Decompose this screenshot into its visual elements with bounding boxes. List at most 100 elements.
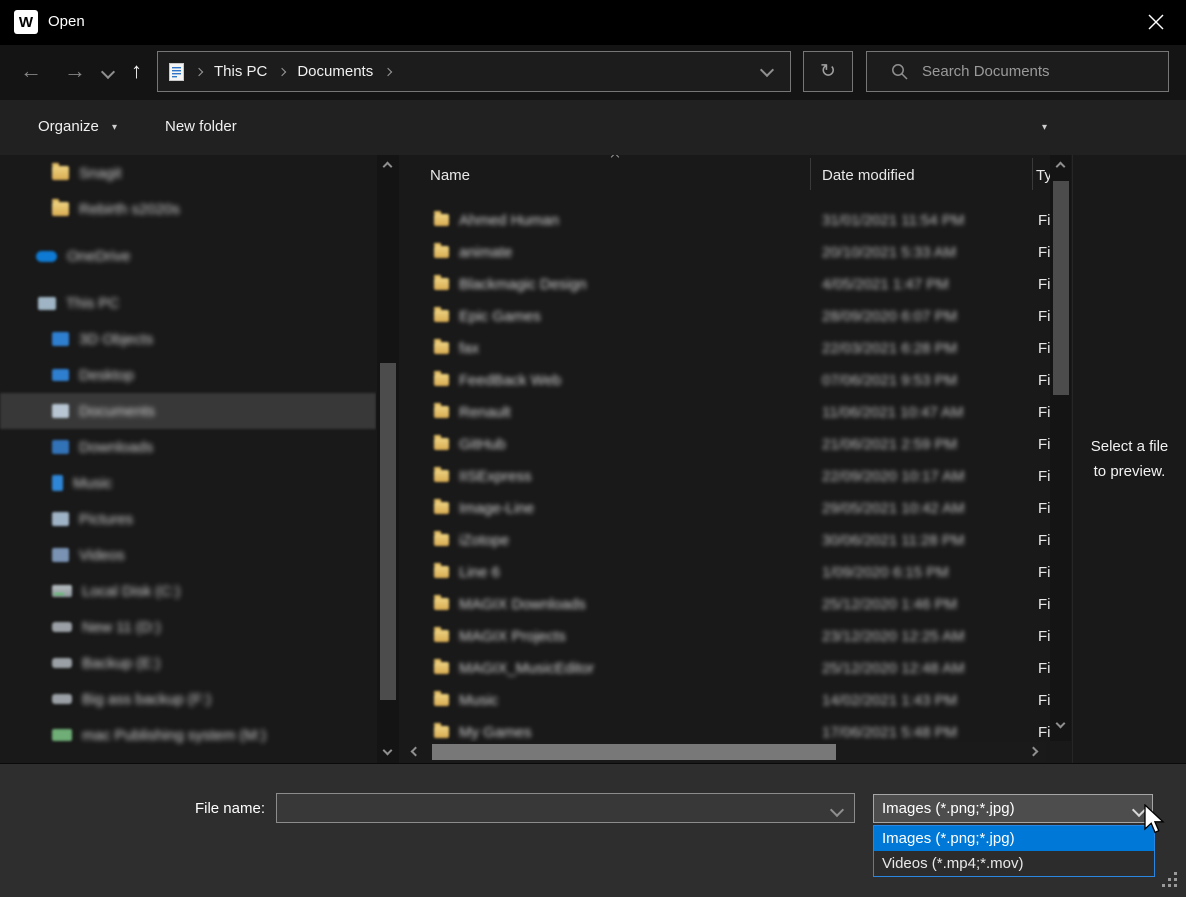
file-row[interactable]: Ahmed Human 31/01/2021 11:54 PM File fol… <box>400 204 1050 236</box>
scroll-up-icon[interactable] <box>1056 162 1066 172</box>
main-area: Snagit Rebirth s2020s OneDrive This PC 3… <box>0 155 1186 763</box>
sidebar-item[interactable]: Backup (E:) <box>0 645 376 681</box>
navigation-sidebar: Snagit Rebirth s2020s OneDrive This PC 3… <box>0 155 376 763</box>
file-name: FeedBack Web <box>459 372 561 389</box>
sidebar-item[interactable]: Music <box>0 465 376 501</box>
file-row[interactable]: Line 6 1/09/2020 6:15 PM File folder <box>400 556 1050 588</box>
column-header-date-modified[interactable]: Date modified <box>822 167 915 184</box>
sidebar-item[interactable]: Videos <box>0 537 376 573</box>
sidebar-item[interactable]: Pictures <box>0 501 376 537</box>
sidebar-item[interactable]: Big ass backup (F:) <box>0 681 376 717</box>
file-row[interactable]: IISExpress 22/09/2020 10:17 AM File fold… <box>400 460 1050 492</box>
document-location-icon <box>169 63 184 81</box>
address-bar[interactable]: This PC Documents <box>157 51 791 92</box>
sidebar-item[interactable]: mac Publishing system (M:) <box>0 717 376 753</box>
close-button[interactable] <box>1141 8 1171 36</box>
back-button[interactable]: ← <box>20 57 42 85</box>
refresh-button[interactable]: ↻ <box>803 51 853 92</box>
file-type-combobox[interactable]: Images (*.png;*.jpg) <box>873 794 1153 823</box>
file-row[interactable]: FeedBack Web 07/06/2021 9:53 PM File fol… <box>400 364 1050 396</box>
breadcrumb-documents[interactable]: Documents <box>291 63 379 80</box>
file-type: File folder <box>1038 244 1050 261</box>
file-row[interactable]: MAGIX Projects 23/12/2020 12:25 AM File … <box>400 620 1050 652</box>
list-scrollbar[interactable] <box>1050 155 1071 741</box>
folder-icon <box>434 310 449 322</box>
horizontal-scrollbar[interactable] <box>400 742 1050 762</box>
column-divider[interactable] <box>1032 158 1033 190</box>
file-row[interactable]: My Games 17/06/2021 5:48 PM File folder <box>400 716 1050 742</box>
sidebar-item[interactable]: Rebirth s2020s <box>0 191 376 227</box>
sidebar-item[interactable]: Desktop <box>0 357 376 393</box>
breadcrumb-this-pc[interactable]: This PC <box>208 63 273 80</box>
file-type-option[interactable]: Images (*.png;*.jpg) <box>874 826 1154 851</box>
sidebar-item[interactable]: Downloads <box>0 429 376 465</box>
sidebar-item-icon <box>52 622 72 632</box>
sidebar-item-icon <box>52 658 72 668</box>
scroll-up-icon[interactable] <box>383 162 393 172</box>
sidebar-item-label: Snagit <box>79 165 122 182</box>
up-button[interactable]: ↑ <box>131 57 142 85</box>
file-row[interactable]: Blackmagic Design 4/05/2021 1:47 PM File… <box>400 268 1050 300</box>
file-row[interactable]: fax 22/03/2021 6:28 PM File folder <box>400 332 1050 364</box>
recent-locations-chevron-icon[interactable] <box>101 65 115 79</box>
file-type: File folder <box>1038 724 1050 741</box>
organize-button[interactable]: Organize <box>38 118 99 135</box>
forward-button[interactable]: → <box>64 57 86 85</box>
search-box[interactable]: Search Documents <box>866 51 1169 92</box>
file-row[interactable]: MAGIX Downloads 25/12/2020 1:46 PM File … <box>400 588 1050 620</box>
sidebar-item[interactable]: 3D Objects <box>0 321 376 357</box>
file-date-modified: 17/06/2021 5:48 PM <box>822 724 957 741</box>
file-row[interactable]: Image-Line 29/05/2021 10:42 AM File fold… <box>400 492 1050 524</box>
sidebar-item-icon <box>52 166 69 180</box>
breadcrumb-separator-icon <box>195 67 203 75</box>
file-row[interactable]: Epic Games 28/09/2020 6:07 PM File folde… <box>400 300 1050 332</box>
folder-icon <box>434 214 449 226</box>
file-row[interactable]: Renault 11/06/2021 10:47 AM File folder <box>400 396 1050 428</box>
horizontal-scrollbar-thumb[interactable] <box>432 744 836 760</box>
file-date-modified: 07/06/2021 9:53 PM <box>822 372 957 389</box>
sidebar-item[interactable]: Snagit <box>0 155 376 191</box>
file-name: Line 6 <box>459 564 500 581</box>
file-name: Renault <box>459 404 511 421</box>
sidebar-item[interactable]: This PC <box>0 285 376 321</box>
file-type: File folder <box>1038 372 1050 389</box>
list-scrollbar-thumb[interactable] <box>1053 181 1069 395</box>
folder-icon <box>434 246 449 258</box>
file-type-dropdown: Images (*.png;*.jpg) Videos (*.mp4;*.mov… <box>873 825 1155 877</box>
sidebar-item-icon <box>52 512 69 526</box>
file-name: Ahmed Human <box>459 212 559 229</box>
file-type-option[interactable]: Videos (*.mp4;*.mov) <box>874 851 1154 876</box>
file-row[interactable]: animate 20/10/2021 5:33 AM File folder <box>400 236 1050 268</box>
folder-icon <box>434 630 449 642</box>
sidebar-item[interactable]: Documents <box>0 393 376 429</box>
column-header-name[interactable]: Name <box>430 167 470 184</box>
column-header-type[interactable]: Type <box>1036 167 1050 184</box>
file-type: File folder <box>1038 436 1050 453</box>
sidebar-item-icon <box>38 297 56 310</box>
window-resize-grip[interactable] <box>1162 872 1179 889</box>
file-row[interactable]: MAGIX_MusicEditor 25/12/2020 12:48 AM Fi… <box>400 652 1050 684</box>
sidebar-item[interactable]: Local Disk (C:) <box>0 573 376 609</box>
new-folder-button[interactable]: New folder <box>165 118 237 135</box>
column-divider[interactable] <box>810 158 811 190</box>
scroll-down-icon[interactable] <box>383 746 393 756</box>
preview-message-line1: Select a file <box>1073 438 1186 455</box>
file-row[interactable]: GitHub 21/06/2021 2:59 PM File folder <box>400 428 1050 460</box>
folder-icon <box>434 694 449 706</box>
scroll-left-icon[interactable] <box>411 747 421 757</box>
sidebar-item[interactable]: OneDrive <box>0 238 376 274</box>
organize-caret-icon: ▾ <box>112 122 117 133</box>
sidebar-scrollbar[interactable] <box>377 155 399 763</box>
scroll-down-icon[interactable] <box>1056 719 1066 729</box>
sidebar-scrollbar-thumb[interactable] <box>380 363 396 700</box>
file-name-input[interactable] <box>276 793 855 823</box>
file-row[interactable]: iZotope 30/06/2021 11:28 PM File folder <box>400 524 1050 556</box>
file-row[interactable]: Music 14/02/2021 1:43 PM File folder <box>400 684 1050 716</box>
address-dropdown-chevron-icon[interactable] <box>760 63 774 77</box>
view-options-caret-icon[interactable]: ▾ <box>1042 122 1047 133</box>
file-type: File folder <box>1038 564 1050 581</box>
file-date-modified: 30/06/2021 11:28 PM <box>822 532 964 549</box>
sidebar-item[interactable]: New 11 (D:) <box>0 609 376 645</box>
open-dialog: { "window": { "title": "Open", "app_lett… <box>0 0 1186 897</box>
folder-icon <box>434 278 449 290</box>
